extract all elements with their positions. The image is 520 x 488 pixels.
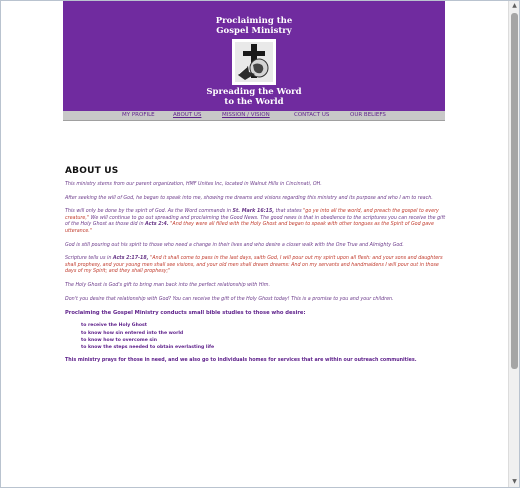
intro-paragraph: This ministry stems from our parent orga… xyxy=(65,182,322,187)
nav-about-us[interactable]: ABOUT US xyxy=(173,111,201,120)
list-item: to know how to overcome sin xyxy=(81,337,157,343)
cross-globe-logo xyxy=(232,39,276,85)
list-item: to receive the Holy Ghost xyxy=(81,323,147,329)
list-item: to know the steps needed to obtain everl… xyxy=(81,345,215,351)
scripture-ref-acts-17: Acts 2:17-18, xyxy=(112,256,149,262)
about-content: ABOUT US This ministry stems from our pa… xyxy=(65,166,449,364)
scroll-up-icon[interactable]: ▲ xyxy=(509,1,519,11)
scripture-ref-mark: St. Mark 16:15, xyxy=(232,209,275,215)
main-nav: MY PROFILE ABOUT US MISSION / VISION CON… xyxy=(63,111,445,121)
scrollbar-thumb[interactable] xyxy=(511,13,518,369)
mission-text-a: This will only be done by the spirit of … xyxy=(65,209,233,215)
site-subtitle-line1: Spreading the Word xyxy=(206,87,302,97)
prophecy-paragraph: Scripture tells us in Acts 2:17-18, "And… xyxy=(65,256,449,276)
list-item: to know how sin entered into the world xyxy=(81,330,184,336)
nav-contact-us[interactable]: CONTACT US xyxy=(294,111,329,120)
browser-viewport: Proclaiming the Gospel Ministry Spreadin… xyxy=(0,0,520,488)
bible-studies-list: to receive the Holy Ghost to know how si… xyxy=(81,322,449,352)
calling-paragraph: After seeking the will of God, he began … xyxy=(65,195,433,201)
spirit-paragraph: God is still pouring out his spirit to t… xyxy=(65,242,404,248)
page-title: ABOUT US xyxy=(65,166,119,176)
site-title-line2: Gospel Ministry xyxy=(216,26,292,36)
prophecy-text: Scripture tells us in xyxy=(65,256,113,262)
site-subtitle-line2: to the World xyxy=(224,97,284,107)
gift-paragraph: The Holy Ghost is God's gift to bring ma… xyxy=(65,282,270,288)
mission-paragraph: This will only be done by the spirit of … xyxy=(65,209,449,235)
closing-paragraph: This ministry prays for those in need, a… xyxy=(65,357,417,363)
invitation-paragraph: Don't you desire that relationship with … xyxy=(65,296,394,302)
vertical-scrollbar[interactable]: ▲ ▼ xyxy=(508,1,519,487)
nav-our-beliefs[interactable]: OUR BELIEFS xyxy=(350,111,386,120)
site-header: Proclaiming the Gospel Ministry Spreadin… xyxy=(63,1,445,111)
scripture-ref-acts: Acts 2:4. xyxy=(145,222,169,228)
nav-mission-vision[interactable]: MISSION / VISION xyxy=(222,111,270,120)
nav-my-profile[interactable]: MY PROFILE xyxy=(122,111,155,120)
site-title-line1: Proclaiming the xyxy=(215,16,293,26)
web-page: Proclaiming the Gospel Ministry Spreadin… xyxy=(1,1,508,487)
mission-text-b: that states xyxy=(274,209,304,215)
bible-studies-heading: Proclaiming the Gospel Ministry conducts… xyxy=(65,310,306,317)
scroll-down-icon[interactable]: ▼ xyxy=(509,477,519,487)
